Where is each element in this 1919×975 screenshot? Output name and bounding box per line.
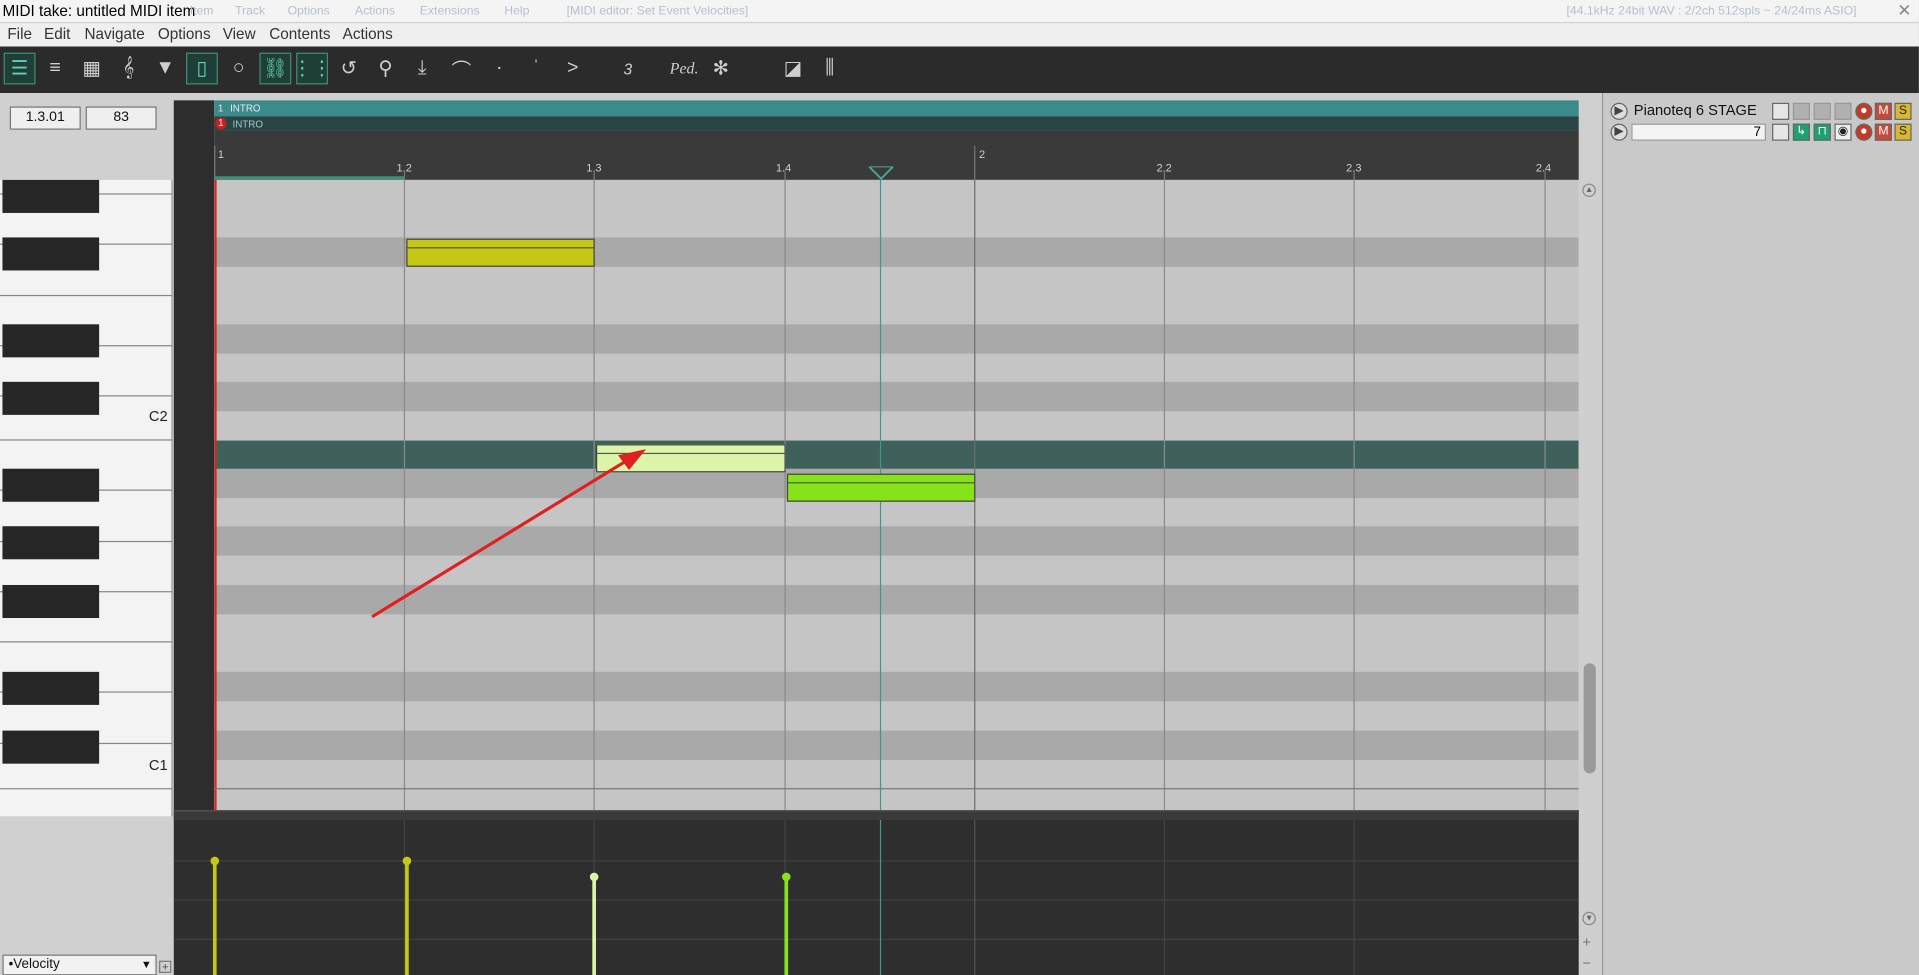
eye-icon[interactable]: ◉: [1834, 123, 1852, 141]
track-list-panel: [1601, 93, 1919, 975]
zoom-in-icon[interactable]: +: [1582, 934, 1591, 951]
mute-label: M: [1878, 124, 1889, 139]
cc-gridline: [173, 938, 1579, 940]
chevron-down-icon: ▼: [140, 958, 152, 971]
cc-gridline: [173, 860, 1579, 862]
track-checkbox[interactable]: [1772, 102, 1790, 120]
solo-label: S: [1898, 104, 1908, 118]
cc-lane-selected: •Velocity: [8, 957, 60, 972]
cc-lane-resize-handle[interactable]: [173, 810, 1579, 820]
solo-button[interactable]: S: [1894, 123, 1912, 141]
track-row[interactable]: ▶ Pianoteq 6 STAGE ● M S: [1607, 102, 1913, 122]
input-arrow-icon[interactable]: ↳: [1792, 123, 1811, 141]
lock-icon[interactable]: [1813, 102, 1831, 120]
cc-lane-selector[interactable]: •Velocity ▼: [2, 954, 157, 975]
velocity-stem[interactable]: [405, 860, 409, 975]
add-cc-lane-button[interactable]: +: [159, 960, 172, 973]
cc-gridline: [173, 899, 1579, 901]
velocity-handle[interactable]: [402, 856, 412, 866]
cc-beat-line: [1163, 819, 1166, 975]
record-input-icon[interactable]: [1792, 102, 1811, 120]
vertical-scrollbar[interactable]: [1578, 179, 1601, 975]
velocity-stem[interactable]: [784, 876, 789, 975]
cc-lane[interactable]: [173, 810, 1579, 975]
scroll-down-icon[interactable]: ▼: [1582, 911, 1596, 926]
mute-button[interactable]: M: [1874, 123, 1892, 141]
cc-beat-line: [1353, 819, 1355, 975]
velocity-handle[interactable]: [589, 872, 599, 882]
visibility-icon[interactable]: [1834, 102, 1852, 120]
solo-button[interactable]: S: [1894, 102, 1912, 120]
velocity-handle[interactable]: [210, 856, 220, 866]
play-icon[interactable]: ▶: [1610, 102, 1628, 120]
mute-label: M: [1878, 104, 1889, 118]
cc-edit-cursor-line: [879, 819, 882, 975]
midi-editor-window: MIDI take: untitled MIDI item Item Track…: [0, 0, 1919, 975]
zoom-out-icon[interactable]: −: [1582, 955, 1591, 972]
record-arm-icon[interactable]: ●: [1855, 123, 1873, 141]
mute-button[interactable]: M: [1874, 102, 1892, 120]
midi-channel-field[interactable]: 7: [1631, 123, 1766, 141]
velocity-stem[interactable]: [212, 860, 217, 975]
track-name: Pianoteq 6 STAGE: [1633, 101, 1757, 119]
track-row-2[interactable]: ▶ 7 ↳ ⊓ ◉ ● M S: [1607, 122, 1913, 142]
scroll-up-icon[interactable]: ▲: [1582, 183, 1596, 198]
add-cc-lane-label: +: [161, 960, 169, 973]
midi-channel-value: 7: [1753, 124, 1762, 140]
unlock-icon[interactable]: ⊓: [1813, 123, 1831, 141]
solo-label: S: [1898, 124, 1908, 139]
scrollbar-thumb[interactable]: [1583, 663, 1596, 774]
play-icon[interactable]: ▶: [1610, 123, 1628, 141]
cc-bar-line: [974, 819, 976, 975]
velocity-stem[interactable]: [592, 876, 596, 975]
velocity-handle[interactable]: [782, 872, 791, 882]
track-checkbox[interactable]: [1772, 123, 1790, 141]
record-arm-icon[interactable]: ●: [1855, 102, 1873, 120]
